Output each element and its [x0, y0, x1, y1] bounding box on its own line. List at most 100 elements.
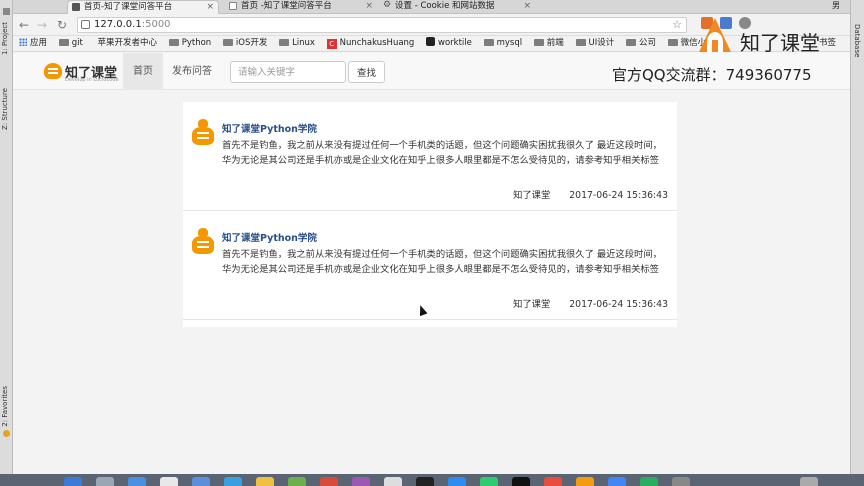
bookmark-folder[interactable]: UI设计: [575, 36, 614, 51]
watermark-brand: 知了课堂: [740, 31, 820, 55]
question-meta: 知了课堂 2017-06-24 15:36:43: [513, 187, 668, 201]
question-item[interactable]: 知了课堂Python学院 首先不是钓鱼，我之前从来没有提过任何一个手机类的话题，…: [183, 102, 677, 211]
app-icon[interactable]: [384, 477, 402, 486]
question-author: 知了课堂: [513, 299, 551, 310]
ide-favorites-tab[interactable]: 2: Favorites: [1, 386, 9, 427]
bookmark-folder[interactable]: 公司: [625, 36, 656, 51]
cicada-logo-icon: [44, 63, 62, 79]
close-icon[interactable]: ×: [365, 0, 373, 12]
folder-icon: [667, 39, 678, 46]
bookmark-apple-developer[interactable]: 苹果开发者中心: [95, 36, 158, 51]
close-icon[interactable]: ×: [523, 0, 531, 12]
folder-icon: [575, 39, 586, 46]
nav-post-question-link[interactable]: 发布问答: [162, 53, 222, 90]
bookmark-worktile[interactable]: worktile: [426, 36, 472, 51]
terminal-icon[interactable]: [416, 477, 434, 486]
app-icon[interactable]: [224, 477, 242, 486]
question-meta: 知了课堂 2017-06-24 15:36:43: [513, 296, 668, 310]
page-content: 知了课堂 Develop in Lucidcode 首页 发布问答 查找 知了课…: [13, 53, 850, 474]
app-icon[interactable]: [512, 477, 530, 486]
apps-grid-icon: [19, 38, 27, 46]
ide-right-toolstrip: Database: [850, 0, 864, 486]
tab-label: 设置 - Cookie 和网站数据: [395, 1, 495, 11]
app-icon[interactable]: [544, 477, 562, 486]
tab-home-2[interactable]: 首页 -知了课堂问答平台 ×: [225, 0, 377, 14]
app-icon[interactable]: [672, 477, 690, 486]
address-bar[interactable]: 127.0.0.1:5000 ☆: [77, 17, 687, 33]
nav-home-link[interactable]: 首页: [123, 53, 163, 90]
app-icon[interactable]: [256, 477, 274, 486]
question-time: 2017-06-24 15:36:43: [569, 299, 668, 310]
reload-icon[interactable]: ↻: [55, 17, 69, 33]
tab-bar: 首页-知了课堂问答平台 × 首页 -知了课堂问答平台 × ⚙ 设置 - Cook…: [13, 0, 850, 14]
bookmark-folder[interactable]: mysql: [483, 36, 522, 51]
bookmark-star-icon[interactable]: ☆: [672, 18, 682, 32]
app-icon[interactable]: [448, 477, 466, 486]
ide-left-toolstrip: 1: Project Z: Structure 2: Favorites: [0, 0, 13, 486]
search-button[interactable]: 查找: [348, 61, 385, 83]
question-title[interactable]: 知了课堂Python学院: [222, 121, 317, 135]
avatar: [191, 228, 215, 255]
app-icon[interactable]: [320, 477, 338, 486]
app-icon[interactable]: [288, 477, 306, 486]
page-favicon-icon: [72, 3, 80, 11]
folder-icon: [483, 39, 494, 46]
tab-label: 首页 -知了课堂问答平台: [241, 1, 332, 11]
app-icon[interactable]: [576, 477, 594, 486]
question-author: 知了课堂: [513, 190, 551, 201]
folder-icon: [625, 39, 636, 46]
pycharm-icon[interactable]: [640, 477, 658, 486]
ide-project-tab[interactable]: 1: Project: [1, 22, 9, 55]
folder-icon: [279, 39, 290, 46]
page-info-icon[interactable]: [81, 20, 90, 29]
trash-icon[interactable]: [800, 477, 818, 486]
tab-home-1[interactable]: 首页-知了课堂问答平台 ×: [67, 0, 219, 14]
question-time: 2017-06-24 15:36:43: [569, 190, 668, 201]
bookmark-folder[interactable]: Python: [168, 36, 211, 51]
folder-icon: [168, 39, 179, 46]
watermark-logo-icon: [697, 18, 733, 58]
bookmark-nunchakus[interactable]: C NunchakusHuang: [326, 36, 414, 51]
question-content: 首先不是钓鱼，我之前从来没有提过任何一个手机类的话题，但这个问题确实困扰我很久了…: [222, 249, 662, 275]
other-bookmarks[interactable]: 书签: [819, 36, 836, 51]
forward-arrow-icon[interactable]: →: [35, 17, 49, 33]
bookmark-apps[interactable]: 应用: [19, 36, 47, 51]
nunchakus-icon: C: [326, 39, 337, 49]
question-item[interactable]: 知了课堂Python学院 首先不是钓鱼，我之前从来没有提过任何一个手机类的话题，…: [183, 211, 677, 320]
folder-icon: [222, 39, 233, 46]
folder-icon: [58, 39, 69, 46]
url-port: :5000: [141, 19, 171, 30]
app-icon[interactable]: [160, 477, 178, 486]
question-title[interactable]: 知了课堂Python学院: [222, 230, 317, 244]
back-arrow-icon[interactable]: ←: [17, 17, 31, 33]
question-content: 首先不是钓鱼，我之前从来没有提过任何一个手机类的话题，但这个问题确实困扰我很久了…: [222, 140, 662, 166]
worktile-icon: [426, 37, 436, 46]
app-icon[interactable]: [128, 477, 146, 486]
bookmark-folder[interactable]: Linux: [279, 36, 315, 51]
app-icon[interactable]: [352, 477, 370, 486]
document-icon: [229, 2, 237, 10]
finder-icon[interactable]: [64, 477, 82, 486]
watermark-qq-group: 官方QQ交流群：749360775: [612, 66, 812, 84]
macos-dock: [0, 474, 864, 486]
bookmark-folder[interactable]: git: [58, 36, 83, 51]
app-icon[interactable]: [480, 477, 498, 486]
chrome-icon[interactable]: [608, 477, 626, 486]
app-icon[interactable]: [192, 477, 210, 486]
ide-project-icon[interactable]: [3, 8, 10, 15]
bookmark-folder[interactable]: 前端: [533, 36, 564, 51]
tab-settings-cookie[interactable]: ⚙ 设置 - Cookie 和网站数据 ×: [379, 0, 535, 14]
tab-label: 首页-知了课堂问答平台: [84, 2, 173, 12]
star-icon: [3, 430, 10, 437]
profile-button[interactable]: 男: [832, 0, 840, 11]
avatar: [191, 119, 215, 146]
search-input[interactable]: [230, 61, 346, 83]
question-list: 知了课堂Python学院 首先不是钓鱼，我之前从来没有提过任何一个手机类的话题，…: [183, 102, 677, 327]
close-icon[interactable]: ×: [206, 1, 214, 13]
ide-database-tab[interactable]: Database: [853, 24, 861, 57]
app-icon[interactable]: [96, 477, 114, 486]
gear-icon: ⚙: [383, 0, 392, 10]
bookmark-folder[interactable]: iOS开发: [222, 36, 267, 51]
ide-structure-tab[interactable]: Z: Structure: [1, 88, 9, 130]
folder-icon: [533, 39, 544, 46]
